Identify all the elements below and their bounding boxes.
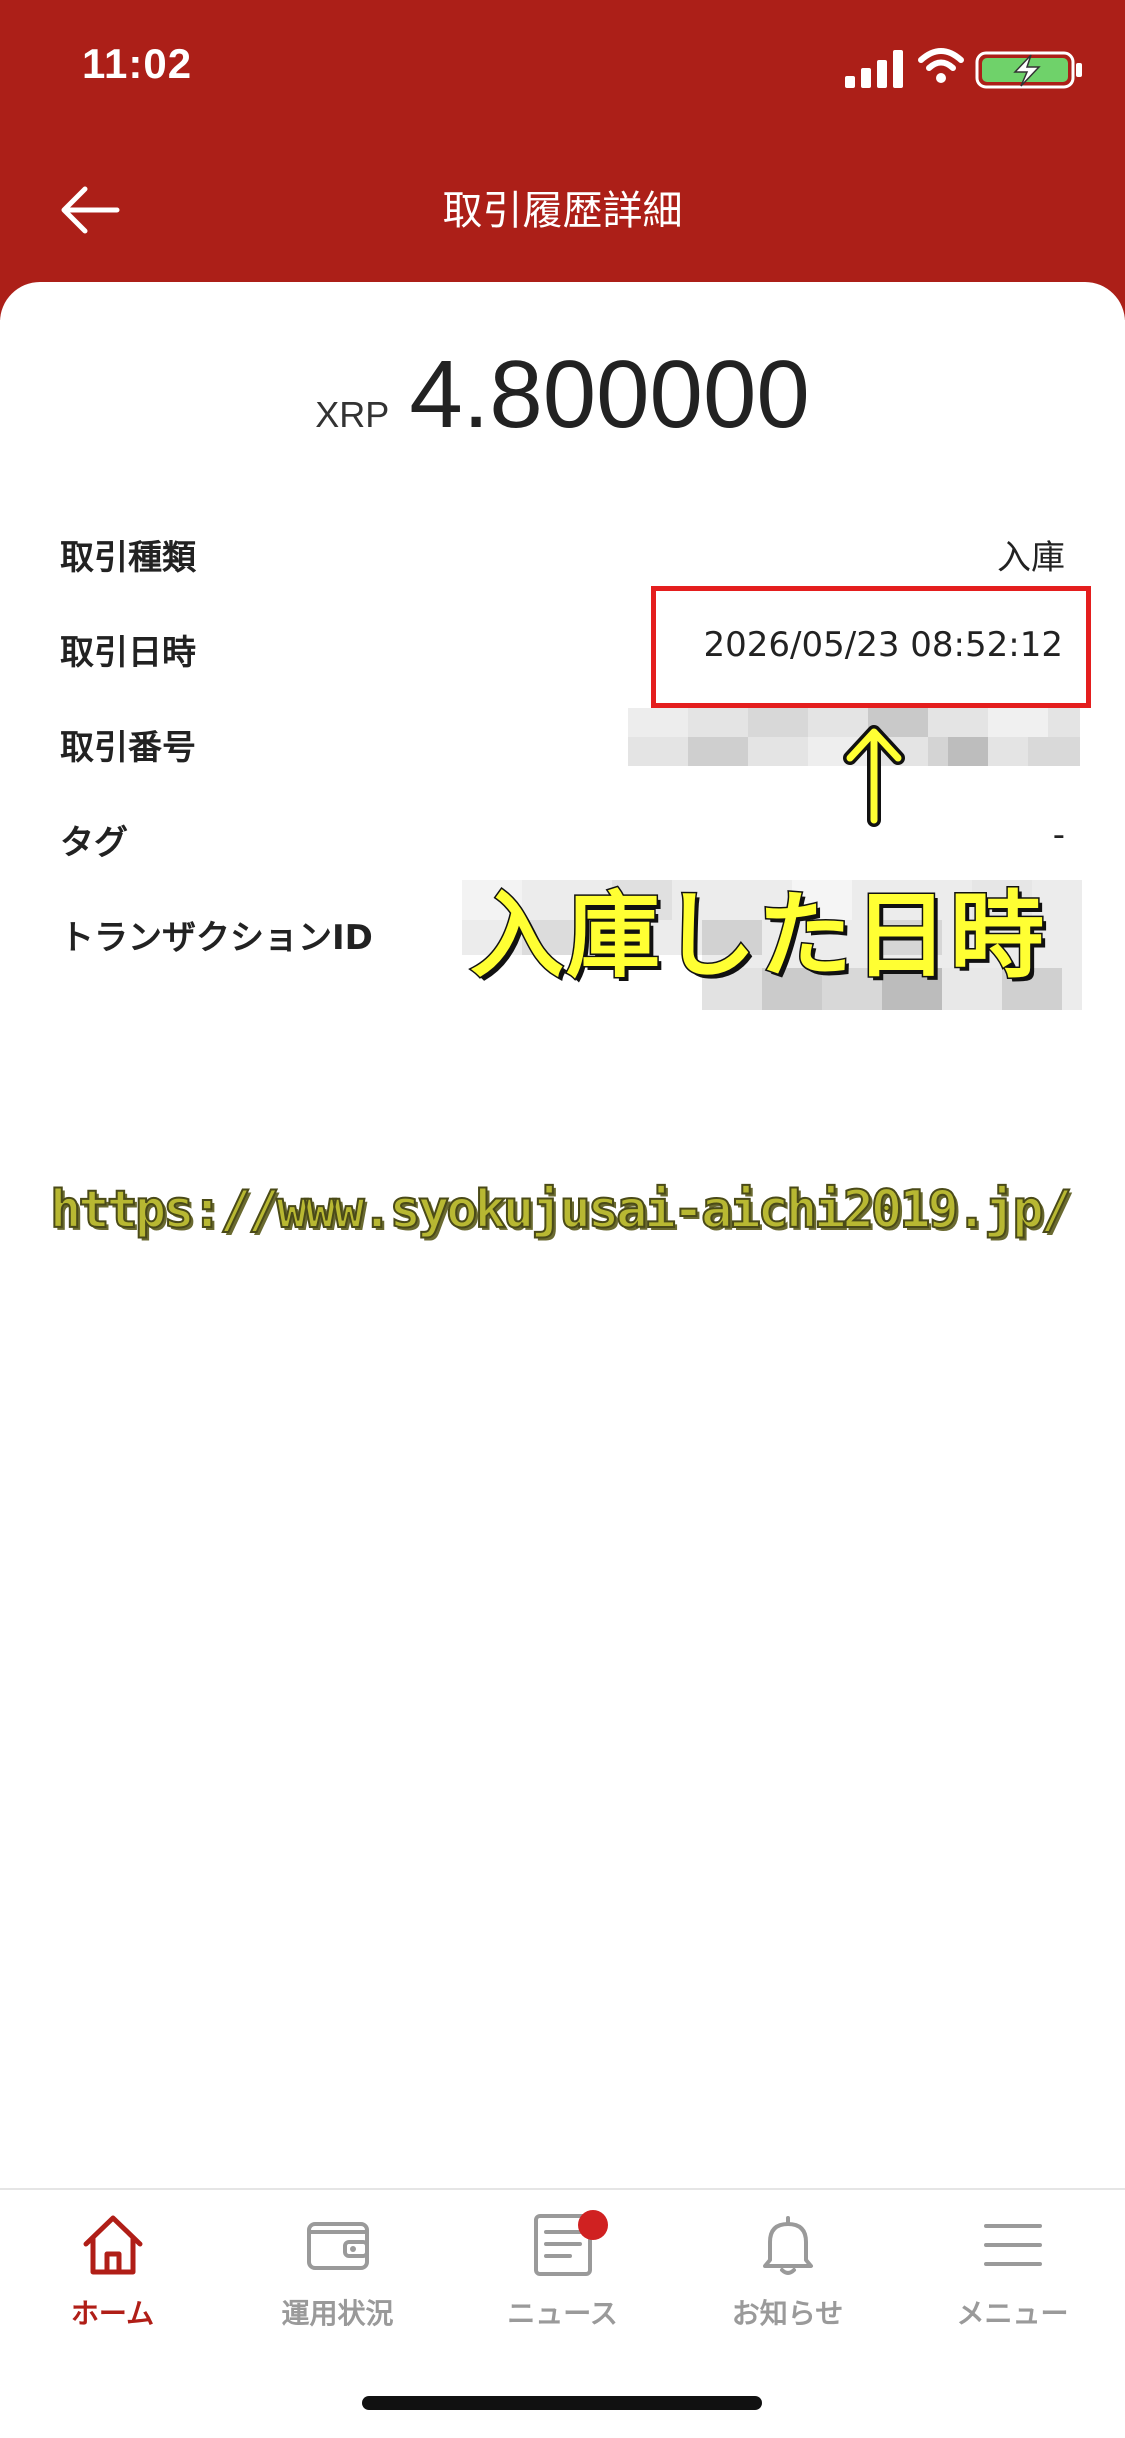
tab-news[interactable]: ニュース	[450, 2210, 675, 2340]
type-label: 取引種類	[60, 538, 196, 578]
menu-icon	[983, 2224, 1042, 2266]
tab-notices[interactable]: お知らせ	[675, 2210, 900, 2340]
tab-menu[interactable]: メニュー	[900, 2210, 1125, 2340]
annotation-text: 入庫した日時	[468, 881, 1047, 993]
status-icons	[825, 46, 1085, 90]
header-bar: 11:02 取引履歴詳細	[0, 0, 1125, 320]
watermark-url: https://www.syokujusai-aichi2019.jp/	[49, 1179, 1073, 1241]
signal-icon	[845, 50, 903, 88]
wifi-icon	[918, 48, 964, 83]
status-time: 11:02	[82, 40, 193, 87]
number-label: 取引番号	[60, 728, 196, 768]
txid-label: トランザクションID	[60, 918, 373, 958]
bell-icon	[762, 2216, 813, 2275]
battery-charging-icon	[975, 51, 1082, 89]
tab-portfolio-label: 運用状況	[281, 2297, 394, 2330]
amount-value: 4.800000	[409, 341, 810, 448]
currency-label: XRP	[315, 394, 390, 435]
tab-portfolio[interactable]: 運用状況	[225, 2210, 450, 2340]
datetime-label: 取引日時	[60, 633, 196, 673]
highlight-box	[651, 586, 1091, 708]
home-indicator	[362, 2396, 762, 2410]
tag-label: タグ	[60, 823, 128, 863]
tag-value: -	[1052, 815, 1065, 855]
up-arrow-icon	[843, 725, 905, 827]
tab-home-label: ホーム	[70, 2297, 155, 2330]
notification-badge	[578, 2210, 608, 2240]
home-icon	[83, 2215, 142, 2275]
tab-menu-label: メニュー	[956, 2297, 1069, 2330]
amount-display: XRP 4.800000	[0, 340, 1125, 450]
page-title: 取引履歴詳細	[442, 188, 683, 234]
type-value: 入庫	[997, 538, 1065, 578]
tab-home[interactable]: ホーム	[0, 2210, 225, 2340]
tab-news-label: ニュース	[507, 2297, 618, 2330]
wallet-icon	[306, 2222, 369, 2270]
tab-notices-label: お知らせ	[731, 2297, 844, 2330]
